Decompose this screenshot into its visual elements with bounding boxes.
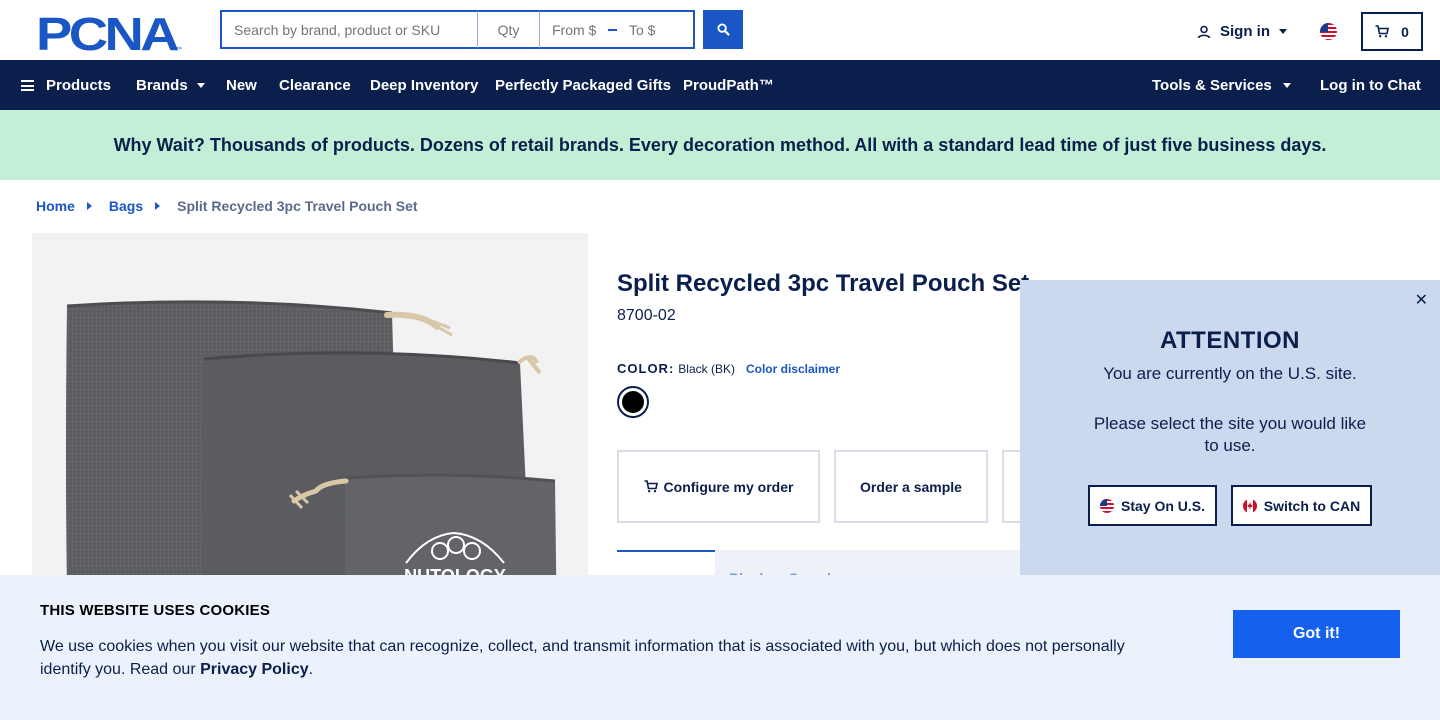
nav-tools-services-label: Tools & Services	[1152, 77, 1272, 94]
cookie-accept-button[interactable]: Got it!	[1233, 610, 1400, 658]
nav-packaged-gifts-label: Perfectly Packaged Gifts	[495, 77, 671, 94]
sign-in-label: Sign in	[1220, 23, 1270, 40]
nav-deep-inventory[interactable]: Deep Inventory	[370, 77, 478, 94]
site-header: PCNA ™ Sign in	[0, 0, 1440, 60]
nav-products-label: Products	[46, 77, 112, 94]
breadcrumb-home[interactable]: Home	[36, 198, 75, 214]
switch-can-button[interactable]: Switch to CAN	[1231, 485, 1372, 526]
nav-new-label: New	[226, 77, 257, 94]
color-disclaimer-link[interactable]: Color disclaimer	[746, 362, 840, 376]
cart-icon	[1375, 25, 1390, 38]
color-label: COLOR:	[617, 361, 675, 376]
chevron-down-icon	[1282, 83, 1291, 88]
nav-new[interactable]: New	[226, 77, 257, 94]
cart-icon	[644, 480, 658, 493]
user-icon	[1197, 25, 1211, 38]
configure-order-button[interactable]: Configure my order	[617, 450, 820, 523]
price-range	[540, 10, 695, 49]
price-to-input[interactable]	[629, 21, 681, 38]
cookie-accept-label: Got it!	[1292, 625, 1341, 642]
configure-order-label: Configure my order	[663, 478, 794, 495]
nav-brands-label: Brands	[136, 77, 188, 94]
nav-brands[interactable]: Brands	[136, 77, 205, 94]
switch-can-label: Switch to CAN	[1263, 497, 1361, 514]
color-row: COLOR: Black (BK) Color disclaimer	[617, 361, 840, 376]
logo-text: PCNA	[36, 12, 178, 52]
nav-clearance-label: Clearance	[279, 77, 351, 94]
breadcrumb: Home Bags Split Recycled 3pc Travel Pouc…	[36, 198, 418, 214]
product-sku: 8700-02	[617, 307, 676, 324]
breadcrumb-bags[interactable]: Bags	[109, 198, 143, 214]
price-from-input[interactable]	[552, 21, 604, 38]
pcna-logo[interactable]: PCNA ™	[36, 8, 184, 60]
chevron-right-icon	[155, 202, 161, 210]
qty-input[interactable]	[478, 10, 540, 49]
canada-flag-icon	[1242, 498, 1257, 513]
nav-chat[interactable]: Log in to Chat	[1320, 77, 1421, 94]
cookie-text-end: .	[308, 661, 314, 678]
attention-title: ATTENTION	[1159, 327, 1301, 354]
cookie-banner: THIS WEBSITE USES COOKIES We use cookies…	[0, 575, 1440, 720]
breadcrumb-current: Split Recycled 3pc Travel Pouch Set	[177, 198, 418, 214]
nav-tools-services[interactable]: Tools & Services	[1152, 77, 1291, 94]
stay-us-label: Stay On U.S.	[1120, 497, 1206, 514]
cookie-title: THIS WEBSITE USES COOKIES	[40, 602, 271, 619]
nav-clearance[interactable]: Clearance	[279, 77, 351, 94]
chevron-down-icon	[196, 83, 205, 88]
hamburger-icon	[21, 80, 34, 91]
cart-button[interactable]: 0	[1361, 12, 1423, 51]
svg-text:™: ™	[176, 46, 182, 52]
order-sample-label: Order a sample	[860, 478, 962, 495]
site-selector-modal: ✕ ATTENTION You are currently on the U.S…	[1020, 280, 1440, 580]
swatch-fill	[622, 391, 644, 413]
us-flag-icon[interactable]	[1320, 23, 1337, 40]
price-range-dash	[608, 28, 617, 31]
nav-deep-inventory-label: Deep Inventory	[370, 77, 479, 94]
chevron-down-icon	[1279, 29, 1287, 34]
cookie-text: We use cookies when you visit our websit…	[40, 635, 1160, 681]
nav-packaged-gifts[interactable]: Perfectly Packaged Gifts	[495, 77, 671, 94]
nav-proudpath-label: ProudPath™	[683, 77, 774, 94]
color-swatch-black[interactable]	[617, 386, 649, 418]
stay-us-button[interactable]: Stay On U.S.	[1088, 485, 1217, 526]
main-nav: Products Brands New Clearance Deep Inven…	[0, 60, 1440, 110]
attention-select-text: Please select the site you would like to…	[1093, 414, 1367, 455]
search-input[interactable]	[220, 10, 478, 49]
chevron-right-icon	[86, 202, 92, 210]
attention-current-site-text: You are currently on the U.S. site.	[1103, 364, 1357, 383]
promo-banner: Why Wait? Thousands of products. Dozens …	[0, 110, 1440, 180]
nav-proudpath[interactable]: ProudPath™	[683, 77, 774, 94]
product-title: Split Recycled 3pc Travel Pouch Set	[617, 270, 1030, 297]
cart-count: 0	[1401, 23, 1409, 40]
color-value: Black (BK)	[678, 361, 735, 376]
privacy-policy-link[interactable]: Privacy Policy	[200, 661, 309, 678]
search-icon	[716, 23, 730, 36]
nav-products[interactable]: Products	[21, 77, 111, 94]
order-sample-button[interactable]: Order a sample	[834, 450, 988, 523]
search-bar	[220, 10, 695, 49]
nav-chat-label: Log in to Chat	[1320, 77, 1421, 94]
search-button[interactable]	[703, 10, 743, 49]
us-flag-icon	[1099, 498, 1114, 513]
close-icon[interactable]: ✕	[1415, 290, 1428, 310]
sign-in-menu[interactable]: Sign in	[1197, 23, 1287, 40]
promo-text: Why Wait? Thousands of products. Dozens …	[113, 134, 1327, 155]
